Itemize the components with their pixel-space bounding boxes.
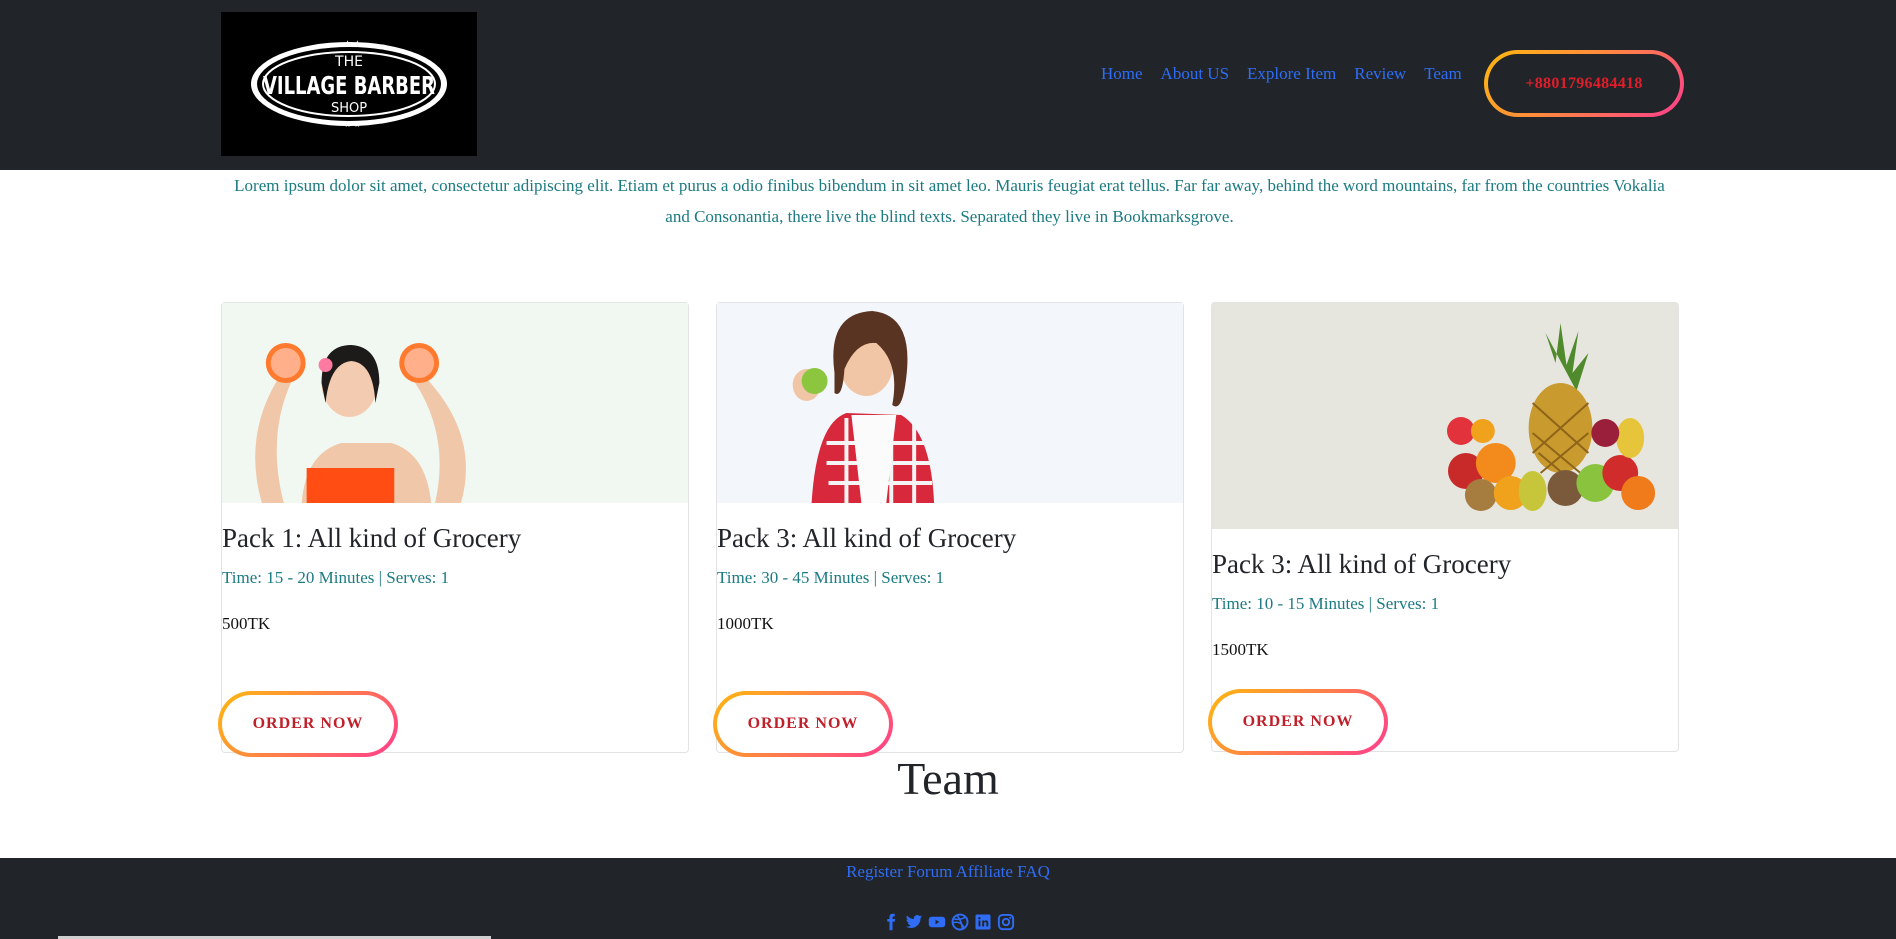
nav-review[interactable]: Review <box>1354 64 1406 84</box>
product-time: Time: 10 - 15 Minutes | Serves: 1 <box>1212 594 1440 613</box>
team-heading: Team <box>897 753 999 804</box>
footer-links: Register Forum Affiliate FAQ <box>0 862 1896 882</box>
product-image <box>1212 303 1678 529</box>
product-price: 1500TK <box>1212 640 1269 659</box>
svg-text:SHOP: SHOP <box>331 101 367 116</box>
nav-home[interactable]: Home <box>1101 64 1143 84</box>
nav-explore-item[interactable]: Explore Item <box>1247 64 1336 84</box>
logo[interactable]: ★ ★ ★ ★ THE VILLAGE BARBER SHOP <box>221 12 477 156</box>
nav-about-us[interactable]: About US <box>1161 64 1229 84</box>
product-image <box>222 303 688 503</box>
header: ★ ★ ★ ★ THE VILLAGE BARBER SHOP Home Abo… <box>0 0 1896 170</box>
svg-text:THE: THE <box>334 54 363 70</box>
footer: Register Forum Affiliate FAQ <box>0 858 1896 939</box>
phone-number: +8801796484418 <box>1488 54 1680 113</box>
order-now-label: ORDER NOW <box>1212 693 1384 751</box>
facebook-icon[interactable] <box>881 912 900 931</box>
product-price: 500TK <box>222 614 271 633</box>
order-now-label: ORDER NOW <box>717 695 889 753</box>
product-price: 1000TK <box>717 614 774 633</box>
instagram-icon[interactable] <box>996 912 1015 931</box>
order-now-button[interactable]: ORDER NOW <box>1208 689 1388 755</box>
product-title: Pack 3: All kind of Grocery <box>1212 549 1512 579</box>
product-card: Pack 1: All kind of Grocery Time: 15 - 2… <box>218 302 689 757</box>
phone-button[interactable]: +8801796484418 <box>1484 50 1684 117</box>
footer-link[interactable]: Register Forum Affiliate FAQ <box>846 862 1050 881</box>
nav-team[interactable]: Team <box>1424 64 1462 84</box>
product-card: Pack 3: All kind of Grocery Time: 10 - 1… <box>1208 302 1679 755</box>
order-now-button[interactable]: ORDER NOW <box>713 691 893 757</box>
intro-text: Lorem ipsum dolor sit amet, consectetur … <box>234 176 1665 226</box>
twitter-icon[interactable] <box>904 912 923 931</box>
product-title: Pack 3: All kind of Grocery <box>717 523 1017 553</box>
product-time: Time: 30 - 45 Minutes | Serves: 1 <box>717 568 945 587</box>
product-time: Time: 15 - 20 Minutes | Serves: 1 <box>222 568 450 587</box>
social-icons <box>0 912 1896 931</box>
svg-text:★ ★: ★ ★ <box>344 39 361 48</box>
product-title: Pack 1: All kind of Grocery <box>222 523 522 553</box>
order-now-label: ORDER NOW <box>222 695 394 753</box>
main-nav: Home About US Explore Item Review Team <box>1101 64 1480 84</box>
svg-text:VILLAGE BARBER: VILLAGE BARBER <box>263 71 435 100</box>
order-now-button[interactable]: ORDER NOW <box>218 691 398 757</box>
product-image <box>717 303 1183 503</box>
barber-logo-icon: ★ ★ ★ ★ THE VILLAGE BARBER SHOP <box>221 12 477 156</box>
dribbble-icon[interactable] <box>950 912 969 931</box>
linkedin-icon[interactable] <box>973 912 992 931</box>
youtube-icon[interactable] <box>927 912 946 931</box>
product-card: Pack 3: All kind of Grocery Time: 30 - 4… <box>713 302 1184 757</box>
svg-text:★ ★: ★ ★ <box>344 120 361 129</box>
